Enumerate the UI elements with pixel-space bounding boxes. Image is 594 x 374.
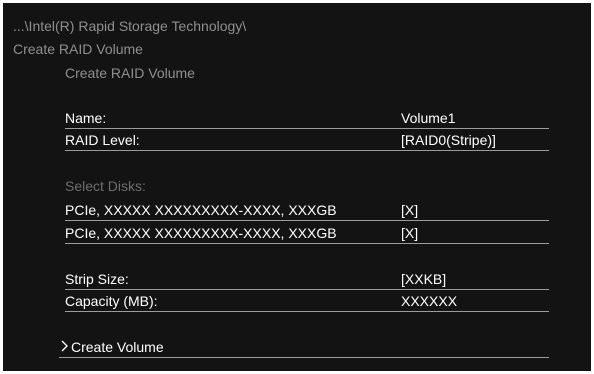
select-disks-label: Select Disks: [65,178,146,194]
disk-label-1: PCIe, XXXXX XXXXXXXXX-XXXX, XXXGB [65,202,337,218]
capacity-field[interactable]: XXXXXX [401,293,457,309]
disk-row-1[interactable]: PCIe, XXXXX XXXXXXXXX-XXXX, XXXGB [X] [65,200,549,221]
create-volume-label: Create Volume [71,339,164,355]
disk-checkbox-2[interactable]: [X] [401,225,418,241]
name-field[interactable]: Volume1 [401,110,455,126]
capacity-row[interactable]: Capacity (MB): XXXXXX [65,291,549,312]
strip-size-row[interactable]: Strip Size: [XXKB] [65,269,549,290]
capacity-label: Capacity (MB): [65,293,158,309]
raid-level-select[interactable]: [RAID0(Stripe)] [401,132,496,148]
strip-size-label: Strip Size: [65,271,129,287]
page-title: Create RAID Volume [13,41,143,57]
strip-size-select[interactable]: [XXKB] [401,271,446,287]
name-row[interactable]: Name: Volume1 [65,108,549,129]
breadcrumb-path: ...\Intel(R) Rapid Storage Technology\ [13,18,247,34]
chevron-right-icon [59,338,71,354]
disk-checkbox-1[interactable]: [X] [401,202,418,218]
disk-label-2: PCIe, XXXXX XXXXXXXXX-XXXX, XXXGB [65,225,337,241]
raid-level-label: RAID Level: [65,132,140,148]
create-volume-action[interactable]: Create Volume [59,337,549,358]
bios-screen: ...\Intel(R) Rapid Storage Technology\ C… [3,3,591,371]
raid-level-row[interactable]: RAID Level: [RAID0(Stripe)] [65,130,549,151]
disk-row-2[interactable]: PCIe, XXXXX XXXXXXXXX-XXXX, XXXGB [X] [65,223,549,244]
name-label: Name: [65,110,107,126]
page-subtitle: Create RAID Volume [65,65,195,81]
